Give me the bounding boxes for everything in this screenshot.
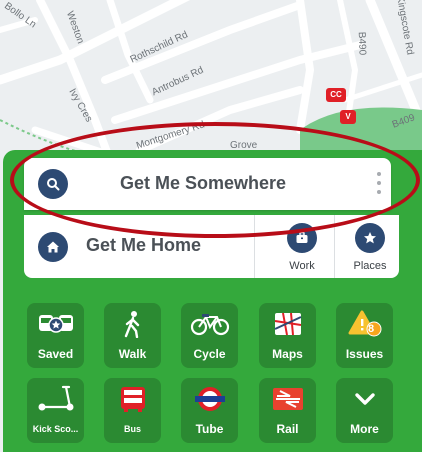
search-icon xyxy=(38,169,68,199)
tube-tile[interactable]: Tube xyxy=(181,378,238,443)
work-label: Work xyxy=(289,260,315,272)
cycle-icon xyxy=(181,309,238,339)
home-card: Get Me Home Work Places xyxy=(24,215,399,278)
walk-icon xyxy=(104,309,161,339)
bus-label: Bus xyxy=(123,424,141,434)
issues-label: Issues xyxy=(345,347,384,361)
places-label: Places xyxy=(353,260,387,272)
cycle-tile[interactable]: Cycle xyxy=(181,303,238,368)
saved-transport-icon xyxy=(27,309,84,339)
station-marker-label: CC xyxy=(330,90,342,99)
rail-tile[interactable]: Rail xyxy=(259,378,316,443)
cycle-label: Cycle xyxy=(193,347,226,361)
station-marker[interactable]: CC xyxy=(326,88,346,102)
rail-icon xyxy=(259,384,316,414)
maps-tile[interactable]: Maps xyxy=(259,303,316,368)
maps-label: Maps xyxy=(272,347,303,361)
bus-tile[interactable]: Bus xyxy=(104,378,161,443)
walk-label: Walk xyxy=(118,347,147,361)
tube-label: Tube xyxy=(195,422,224,436)
tube-icon xyxy=(181,384,238,414)
map-roads xyxy=(0,0,422,160)
work-button[interactable]: Work xyxy=(270,215,334,278)
bus-icon xyxy=(104,384,161,414)
street-label: B490 xyxy=(355,31,368,56)
more-tile[interactable]: More xyxy=(336,378,393,443)
get-me-somewhere-button[interactable]: Get Me Somewhere xyxy=(24,158,391,210)
chevron-down-icon xyxy=(336,384,393,414)
search-label: Get Me Somewhere xyxy=(120,173,287,193)
kick-scooter-tile[interactable]: Kick Sco... xyxy=(27,378,84,443)
more-options-icon[interactable] xyxy=(377,172,383,194)
briefcase-icon xyxy=(287,223,317,253)
divider xyxy=(254,215,255,278)
star-icon xyxy=(355,223,385,253)
home-icon xyxy=(38,232,68,262)
places-button[interactable]: Places xyxy=(338,215,402,278)
get-me-home-button[interactable]: Get Me Home xyxy=(24,215,254,278)
station-marker[interactable]: V xyxy=(340,110,356,124)
home-label: Get Me Home xyxy=(86,235,202,255)
issues-badge: 8 xyxy=(367,323,375,335)
more-label: More xyxy=(350,422,379,436)
scooter-icon xyxy=(27,384,84,414)
saved-label: Saved xyxy=(37,347,74,361)
saved-tile[interactable]: Saved xyxy=(27,303,84,368)
divider xyxy=(334,215,335,278)
station-marker-label: V xyxy=(345,112,351,121)
maps-icon xyxy=(259,309,316,339)
issues-tile[interactable]: 8 Issues xyxy=(336,303,393,368)
walk-tile[interactable]: Walk xyxy=(104,303,161,368)
rail-label: Rail xyxy=(276,422,299,436)
kick-scooter-label: Kick Sco... xyxy=(32,424,79,434)
